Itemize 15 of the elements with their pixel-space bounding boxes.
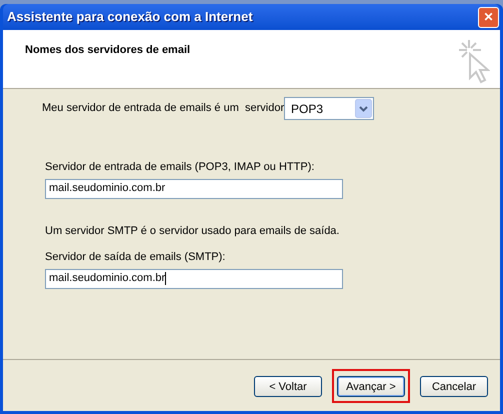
window-title: Assistente para conexão com a Internet — [7, 8, 253, 26]
wizard-button[interactable]: Cancelar — [420, 376, 488, 398]
smtp-info-text: Um servidor SMTP é o servidor usado para emails de saída. — [45, 224, 340, 238]
outgoing-server-label: Servidor de saída de emails (SMTP): — [45, 250, 226, 265]
wizard-cursor-icon — [456, 38, 490, 84]
incoming-server-label: Servidor de entrada de emails (POP3, IMAP ou HTTP): — [45, 160, 316, 175]
close-button[interactable]: ✕ — [478, 6, 499, 28]
wizard-button[interactable]: < Voltar — [254, 376, 322, 398]
server-type-dropdown[interactable]: POP3 — [284, 97, 374, 120]
dropdown-value: POP3 — [291, 100, 324, 118]
incoming-server-field[interactable]: mail.seudominio.com.br — [45, 178, 343, 198]
page-heading: Nomes dos servidores de email — [25, 43, 190, 58]
outgoing-server-field[interactable]: mail.seudominio.com.br — [45, 268, 343, 288]
server-type-label: Meu servidor de entrada de emails é um servidor — [42, 101, 284, 116]
wizard-button[interactable]: Avançar > — [337, 376, 405, 398]
